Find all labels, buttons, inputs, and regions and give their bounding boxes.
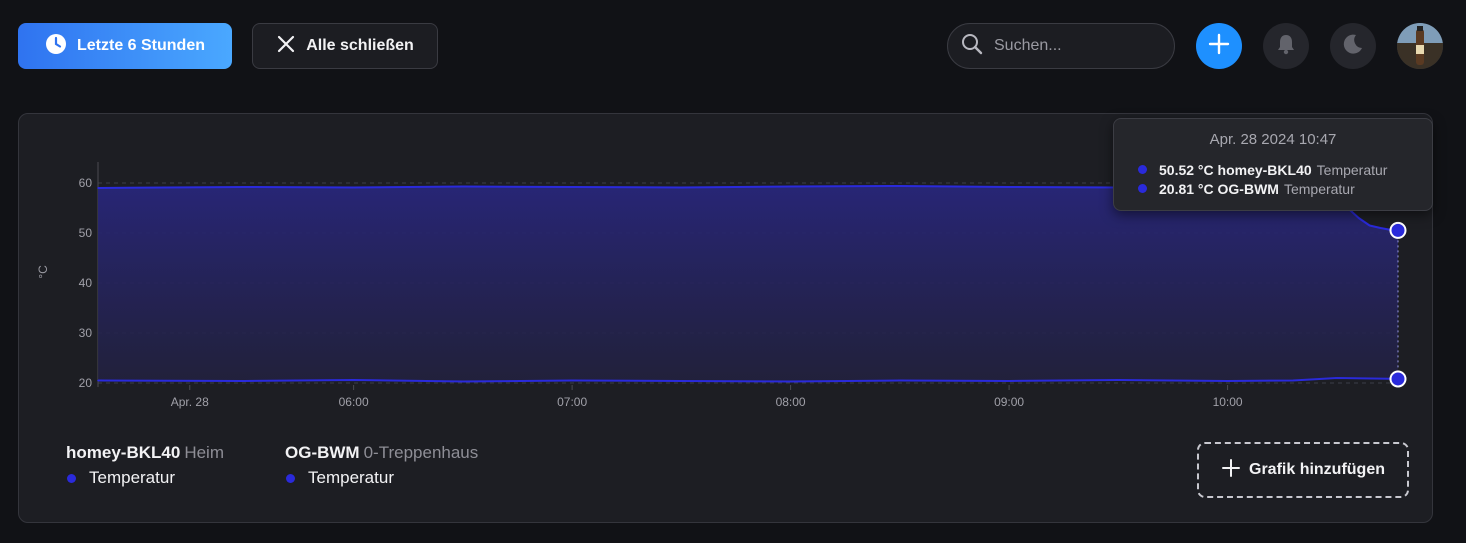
series-point-homey-bkl40 — [1368, 224, 1371, 227]
series-point-og-bwm — [97, 379, 99, 382]
legend-device-location: Heim — [184, 443, 224, 462]
tooltip-time: Apr. 28 2024 10:47 — [1209, 131, 1337, 148]
legend-metric[interactable]: Temperatur — [285, 468, 478, 488]
hover-marker-og-bwm — [1389, 370, 1407, 388]
x-tick-label: 06:00 — [339, 395, 369, 409]
x-tick-label: Apr. 28 — [171, 395, 209, 409]
tooltip-row: 50.52 °C homey-BKL40 Temperatur — [1138, 160, 1432, 179]
series-point-og-bwm — [243, 380, 246, 382]
tooltip-value: 20.81 °C OG-BWM — [1159, 180, 1279, 197]
y-tick-label: 20 — [79, 376, 93, 390]
legend-item-og-bwm[interactable]: OG-BWM 0-Treppenhaus Temperatur — [285, 443, 478, 488]
series-point-og-bwm — [680, 380, 683, 382]
series-point-homey-bkl40 — [789, 185, 792, 188]
tooltip-row: 20.81 °C OG-BWM Temperatur — [1138, 179, 1432, 198]
series-dot-icon — [1138, 184, 1147, 193]
series-point-homey-bkl40 — [352, 186, 355, 189]
x-tick-label: 10:00 — [1213, 395, 1243, 409]
series-point-og-bwm — [899, 379, 901, 382]
tooltip-metric: Temperatur — [1283, 180, 1355, 197]
y-tick-label: 50 — [79, 226, 93, 240]
x-tick-label: 08:00 — [776, 395, 806, 409]
legend-metric-label: Temperatur — [308, 468, 394, 487]
add-graph-label: Grafik hinzufügen — [1249, 461, 1385, 478]
series-point-homey-bkl40 — [1008, 186, 1010, 188]
series-dot-icon — [1138, 165, 1147, 174]
x-tick-label: 09:00 — [994, 395, 1024, 409]
tooltip-metric: Temperatur — [1316, 161, 1388, 178]
y-axis-label: °C — [36, 265, 50, 279]
legend-device-location: 0-Treppenhaus — [363, 443, 479, 462]
legend-device-name: OG-BWM — [285, 443, 360, 462]
tooltip-value: 50.52 °C homey-BKL40 — [1159, 161, 1312, 178]
series-dot-icon — [67, 473, 76, 483]
plus-icon — [1221, 458, 1241, 483]
series-point-og-bwm — [1117, 379, 1120, 381]
series-point-og-bwm — [1008, 380, 1010, 382]
x-tick-label: 07:00 — [557, 395, 587, 409]
series-point-og-bwm — [462, 380, 464, 383]
y-tick-label: 40 — [79, 276, 93, 290]
series-point-og-bwm — [352, 379, 355, 381]
y-tick-label: 60 — [79, 176, 93, 190]
series-area-fill — [98, 186, 1398, 382]
series-point-og-bwm — [1292, 379, 1294, 382]
legend-metric[interactable]: Temperatur — [66, 468, 224, 488]
add-graph-button[interactable]: Grafik hinzufügen — [1197, 442, 1409, 498]
series-point-homey-bkl40 — [899, 185, 901, 187]
series-point-homey-bkl40 — [680, 186, 683, 189]
legend-item-homey-bkl40[interactable]: homey-BKL40 Heim Temperatur — [66, 443, 224, 488]
y-tick-label: 30 — [79, 326, 93, 340]
legend-metric-label: Temperatur — [89, 468, 175, 487]
chart-tooltip: Apr. 28 2024 10:47 50.52 °C homey-BKL40 … — [1113, 118, 1433, 211]
series-point-homey-bkl40 — [571, 186, 573, 188]
series-point-homey-bkl40 — [1379, 227, 1382, 229]
series-point-homey-bkl40 — [97, 187, 99, 189]
series-point-og-bwm — [1226, 380, 1229, 382]
series-point-og-bwm — [789, 380, 792, 383]
series-point-homey-bkl40 — [243, 186, 246, 188]
legend-device-name: homey-BKL40 — [66, 443, 181, 462]
series-point-homey-bkl40 — [462, 185, 464, 188]
series-point-og-bwm — [1336, 377, 1338, 379]
series-point-homey-bkl40 — [1357, 217, 1360, 219]
series-point-og-bwm — [571, 379, 573, 382]
hover-marker-homey-bkl40 — [1389, 221, 1407, 239]
series-dot-icon — [286, 473, 295, 483]
